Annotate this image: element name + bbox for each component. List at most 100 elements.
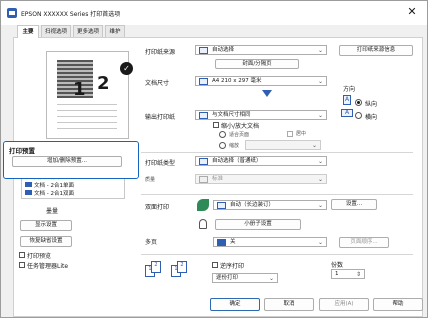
landscape-radio[interactable]	[355, 112, 362, 119]
duplex-settings-button[interactable]: 设置...	[331, 199, 377, 210]
close-icon[interactable]: ✕	[405, 5, 419, 19]
add-remove-presets-button[interactable]: 增加/删除预置...	[12, 156, 122, 167]
output-paper-value: 与文档尺寸相同	[212, 112, 251, 118]
cancel-button[interactable]: 取消	[264, 298, 314, 311]
show-settings-button[interactable]: 显示设置	[20, 220, 72, 231]
tab-finishing[interactable]: 扫视选项	[41, 25, 71, 37]
multipage-select[interactable]: 关 ⌄	[213, 237, 327, 247]
paper-source-label: 打印纸来源	[145, 49, 176, 56]
reverse-order-checkbox[interactable]	[212, 262, 218, 268]
arrow-down-icon	[262, 90, 272, 97]
ok-button[interactable]: 确定	[210, 298, 260, 311]
print-preview	[46, 51, 129, 139]
copies-value: 1	[335, 271, 339, 277]
paper-type-value: 自动选择（普通纸）	[212, 158, 262, 164]
help-button[interactable]: 帮助	[373, 298, 423, 311]
landscape-label: 横向	[365, 114, 378, 121]
preview-line	[57, 110, 117, 111]
reduce-enlarge-checkbox[interactable]	[213, 122, 219, 128]
preview-line	[57, 122, 117, 123]
portrait-label: 纵向	[365, 101, 378, 108]
fit-to-page-radio[interactable]	[219, 131, 226, 138]
portrait-icon: A	[343, 95, 351, 105]
document-size-label: 文档尺寸	[145, 80, 170, 87]
copies-stepper[interactable]: 1 ⇕	[331, 269, 365, 279]
print-presets-group: 打印预置 增加/删除预置...	[3, 141, 139, 179]
chevron-down-icon: ⌄	[317, 158, 323, 165]
ink-levels-label: 墨量	[46, 208, 59, 215]
preset-label: 文档 - 2合1双面	[34, 191, 74, 197]
tab-maintenance[interactable]: 维护	[105, 25, 125, 37]
printer-preferences-window: EPSON XXXXXX Series 打印首选项 ✕ 主要 扫视选项 更多选项…	[0, 0, 428, 318]
output-paper-label: 输出打印纸	[145, 114, 176, 121]
print-presets-title: 打印预置	[9, 147, 35, 155]
preview-line	[57, 128, 117, 129]
printer-icon	[199, 47, 208, 54]
zoom-percent-input[interactable]: ⌄	[245, 140, 321, 150]
chevron-down-icon: ⌄	[311, 142, 317, 149]
collate-select[interactable]: 逐份打印 ⌄	[212, 273, 278, 283]
preset-label: 文档 - 2合1单面	[34, 183, 74, 189]
printer-app-icon	[7, 8, 17, 18]
chevron-down-icon: ⌄	[317, 202, 323, 209]
cover-separator-button[interactable]: 封面/分隔页	[215, 59, 299, 69]
fit-to-page-label: 适合页面	[229, 132, 250, 138]
quality-icon	[199, 176, 208, 183]
document-size-value: A4 210 x 297 毫米	[212, 78, 262, 84]
collate-page-icon: 2	[151, 261, 161, 273]
collate-value: 逐份打印	[216, 275, 239, 281]
divider	[141, 254, 413, 255]
window-title: EPSON XXXXXX Series 打印首选项	[21, 11, 121, 18]
duplex-icon	[217, 202, 226, 209]
orientation-label: 方向	[343, 86, 356, 93]
output-paper-select[interactable]: 与文档尺寸相同 ⌄	[195, 110, 327, 120]
paper-type-label: 打印纸类型	[145, 160, 176, 167]
preview-line	[57, 116, 117, 117]
document-size-select[interactable]: A4 210 x 297 毫米 ⌄	[195, 76, 327, 86]
print-preview-checkbox[interactable]	[19, 252, 25, 258]
chevron-down-icon: ⌄	[317, 78, 323, 85]
copies-label: 份数	[331, 262, 344, 269]
paper-source-select[interactable]: 自动选择 ⌄	[195, 45, 327, 55]
collate-illustration: 1 2 1 2	[145, 259, 193, 285]
preview-page-number-1: 1	[73, 79, 86, 100]
duplex-value: 自动（长边装订）	[230, 202, 275, 208]
job-arranger-checkbox[interactable]	[19, 262, 25, 268]
multipage-label: 多页	[145, 239, 158, 246]
page-order-button[interactable]: 页面顺序...	[339, 237, 389, 248]
page-layout-icon	[217, 239, 226, 246]
quality-label: 质量	[145, 177, 156, 183]
booklet-icon	[199, 219, 207, 229]
paper-type-select[interactable]: 自动选择（普通纸） ⌄	[195, 156, 327, 166]
reverse-order-label: 逆序打印	[220, 263, 245, 270]
list-item[interactable]: 文档 - 2合1双面	[22, 190, 124, 198]
center-label: 居中	[296, 131, 307, 137]
page-size-icon	[199, 78, 208, 85]
checkmark-icon: ✓	[120, 62, 133, 75]
chevron-down-icon: ⌄	[317, 112, 323, 119]
quality-select[interactable]: 标准 ⌄	[195, 174, 327, 184]
center-checkbox[interactable]	[287, 131, 293, 137]
zoom-radio[interactable]	[219, 142, 226, 149]
job-arranger-label: 任务管理器Lite	[27, 263, 69, 270]
tab-main[interactable]: 主要	[17, 25, 39, 38]
quality-value: 标准	[212, 176, 224, 182]
apply-button[interactable]: 应用(A)	[319, 298, 369, 311]
document-icon	[25, 190, 32, 195]
duplex-label: 双面打印	[145, 204, 170, 211]
portrait-radio[interactable]	[355, 99, 362, 106]
document-icon	[25, 182, 32, 187]
chevron-down-icon: ⌄	[317, 47, 323, 54]
duplex-select[interactable]: 自动（长边装订） ⌄	[213, 200, 327, 210]
booklet-settings-button[interactable]: 小册子设置	[215, 219, 301, 230]
paper-source-value: 自动选择	[212, 47, 235, 53]
list-item[interactable]: 文档 - 2合1单面	[22, 182, 124, 190]
paper-source-info-button[interactable]: 打印纸来源信息	[339, 45, 413, 56]
divider	[141, 152, 413, 153]
reduce-enlarge-label: 缩小/放大文档	[221, 123, 260, 130]
page-size-icon	[199, 112, 208, 119]
divider	[141, 194, 413, 195]
restore-defaults-button[interactable]: 恢复缺省设置	[20, 236, 72, 247]
tab-more-options[interactable]: 更多选项	[73, 25, 103, 37]
preview-page-number-2: 2	[97, 73, 110, 94]
